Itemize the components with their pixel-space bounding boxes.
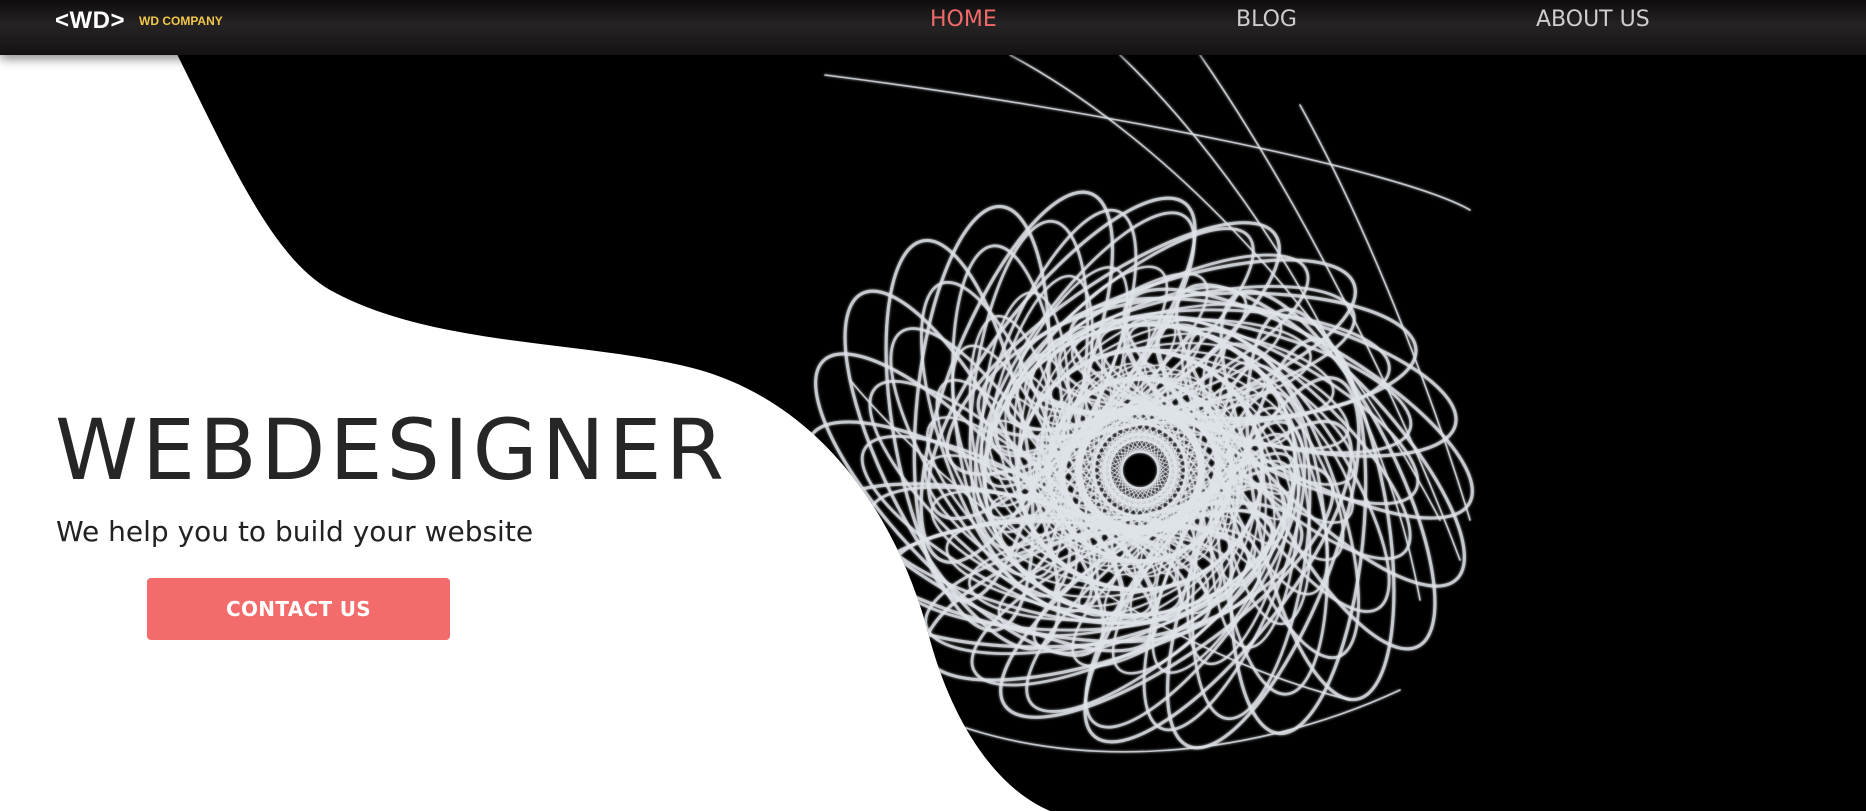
landing-page: <WD> WD COMPANY HOME BLOG ABOUT US WEBDE… xyxy=(0,0,1866,811)
top-navbar: <WD> WD COMPANY HOME BLOG ABOUT US xyxy=(0,0,1866,55)
spiral-graphic xyxy=(806,54,1474,753)
hero-subtitle: We help you to build your website xyxy=(56,515,534,548)
nav-link-about-us[interactable]: ABOUT US xyxy=(1536,7,1650,32)
contact-us-button[interactable]: CONTACT US xyxy=(147,578,450,640)
nav-link-home[interactable]: HOME xyxy=(930,7,997,32)
spiral-stroke xyxy=(899,689,1401,753)
nav-link-blog[interactable]: BLOG xyxy=(1236,7,1297,32)
hero-title: WEBDESIGNER xyxy=(55,408,728,492)
logo[interactable]: <WD> xyxy=(55,7,125,35)
spiral-stroke xyxy=(824,74,1471,211)
company-name: WD COMPANY xyxy=(139,14,223,28)
